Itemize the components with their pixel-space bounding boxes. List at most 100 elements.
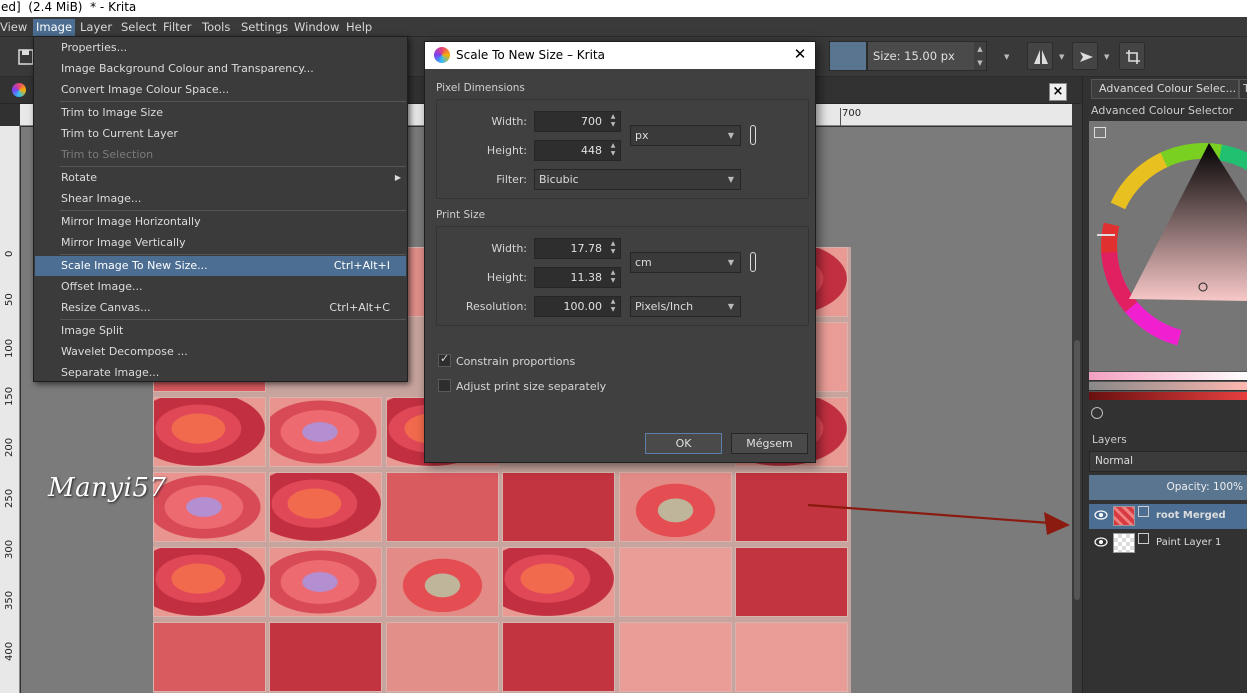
save-icon bbox=[18, 49, 34, 65]
menu-item-scale-image[interactable]: Scale Image To New Size... Ctrl+Alt+I bbox=[35, 256, 406, 276]
close-document-button[interactable]: × bbox=[1049, 83, 1067, 101]
hue-slider[interactable] bbox=[1089, 371, 1247, 380]
wrap-dropdown-icon[interactable]: ▼ bbox=[1104, 53, 1109, 61]
menu-image[interactable]: Image bbox=[33, 19, 76, 36]
visibility-eye-icon[interactable] bbox=[1094, 537, 1108, 547]
constrain-proportions-label: Constrain proportions bbox=[456, 355, 576, 368]
saturation-slider[interactable] bbox=[1089, 381, 1247, 390]
menu-filter[interactable]: Filter bbox=[160, 19, 194, 36]
menu-item-rotate-label: Rotate bbox=[61, 171, 98, 184]
link-chain-icon[interactable] bbox=[750, 252, 756, 272]
constrain-proportions-checkbox[interactable] bbox=[438, 352, 451, 367]
menu-item-convert-colour-space[interactable]: Convert Image Colour Space... bbox=[35, 80, 406, 100]
menu-item-mirror-horizontally[interactable]: Mirror Image Horizontally bbox=[35, 212, 406, 232]
print-height-input[interactable]: 11.38 ▲ ▼ bbox=[534, 267, 621, 288]
mosaic-tile bbox=[153, 472, 266, 542]
menu-window[interactable]: Window bbox=[291, 19, 342, 36]
brush-size-spinner[interactable]: ▲ ▼ bbox=[974, 42, 986, 70]
cancel-button[interactable]: Mégsem bbox=[731, 433, 808, 454]
tab-other-docker[interactable]: T bbox=[1239, 79, 1247, 99]
value-slider[interactable] bbox=[1089, 391, 1247, 400]
refresh-icon[interactable] bbox=[1091, 407, 1103, 419]
chevron-down-icon: ▼ bbox=[727, 258, 734, 267]
spin-arrows-icon[interactable]: ▲ ▼ bbox=[608, 269, 618, 286]
visibility-eye-icon[interactable] bbox=[1094, 510, 1108, 520]
layer-row-root-merged[interactable]: root Merged bbox=[1089, 504, 1247, 529]
brush-size-field[interactable]: Size: 15.00 px ▲ ▼ bbox=[867, 41, 987, 71]
mosaic-tile bbox=[153, 547, 266, 617]
layer-properties-icon[interactable] bbox=[1138, 533, 1149, 544]
layer-opacity-slider[interactable]: Opacity: 100% bbox=[1089, 475, 1247, 500]
menu-view[interactable]: View bbox=[0, 19, 30, 36]
menu-layer[interactable]: Layer bbox=[77, 19, 115, 36]
pixel-width-label: Width: bbox=[491, 115, 527, 128]
menu-item-properties[interactable]: Properties... bbox=[35, 38, 406, 58]
menu-item-trim-current-layer[interactable]: Trim to Current Layer bbox=[35, 124, 406, 144]
colour-wheel[interactable] bbox=[1089, 121, 1247, 371]
menu-select[interactable]: Select bbox=[118, 19, 159, 36]
layer-thumbnail bbox=[1113, 506, 1135, 526]
mosaic-tile bbox=[153, 622, 266, 692]
mosaic-tile bbox=[502, 622, 615, 692]
menu-settings[interactable]: Settings bbox=[238, 19, 291, 36]
mosaic-tile bbox=[386, 622, 499, 692]
menu-item-resize-canvas[interactable]: Resize Canvas... Ctrl+Alt+C bbox=[35, 298, 406, 318]
blend-mode-select[interactable]: Normal bbox=[1089, 451, 1247, 472]
pixel-height-input[interactable]: 448 ▲ ▼ bbox=[534, 140, 621, 161]
colour-selector-widget[interactable] bbox=[1089, 121, 1247, 371]
scrollbar-thumb[interactable] bbox=[1074, 340, 1080, 600]
print-width-input[interactable]: 17.78 ▲ ▼ bbox=[534, 238, 621, 259]
menu-item-separate-image[interactable]: Separate Image... bbox=[35, 363, 406, 383]
spin-arrows-icon[interactable]: ▲ ▼ bbox=[608, 142, 618, 159]
print-size-label: Print Size bbox=[436, 209, 486, 221]
resolution-value: 100.00 bbox=[563, 300, 603, 313]
resolution-unit-select[interactable]: Pixels/Inch ▼ bbox=[630, 296, 741, 317]
adjust-print-size-checkbox[interactable] bbox=[438, 379, 451, 392]
canvas-vertical-scrollbar[interactable] bbox=[1072, 104, 1082, 693]
size-dropdown-icon[interactable]: ▼ bbox=[1004, 53, 1009, 61]
dialog-close-button[interactable]: ✕ bbox=[791, 45, 809, 65]
ruler-tick-label: 300 bbox=[4, 539, 15, 559]
menu-help[interactable]: Help bbox=[343, 19, 375, 36]
menu-separator bbox=[60, 319, 406, 320]
menu-item-trim-image-size[interactable]: Trim to Image Size bbox=[35, 103, 406, 123]
pixel-width-input[interactable]: 700 ▲ ▼ bbox=[534, 111, 621, 132]
scale-dialog: Scale To New Size – Krita ✕ Pixel Dimens… bbox=[424, 41, 816, 463]
resolution-input[interactable]: 100.00 ▲ ▼ bbox=[534, 296, 621, 317]
layer-row-paint-layer-1[interactable]: Paint Layer 1 bbox=[1089, 531, 1247, 556]
dialog-title-bar[interactable]: Scale To New Size – Krita ✕ bbox=[425, 42, 815, 69]
image-menu-dropdown: Properties... Image Background Colour an… bbox=[33, 36, 408, 382]
brush-preset-swatch[interactable] bbox=[829, 41, 867, 71]
menu-item-mirror-vertically[interactable]: Mirror Image Vertically bbox=[35, 233, 406, 253]
pixel-unit-select[interactable]: px ▼ bbox=[630, 125, 741, 146]
menu-item-offset-image[interactable]: Offset Image... bbox=[35, 277, 406, 297]
mosaic-tile bbox=[269, 547, 382, 617]
menu-shortcut: Ctrl+Alt+C bbox=[329, 301, 390, 314]
menu-item-shear[interactable]: Shear Image... bbox=[35, 189, 406, 209]
mirror-horizontal-button[interactable] bbox=[1027, 42, 1053, 70]
menu-item-scale-label: Scale Image To New Size... bbox=[61, 259, 208, 272]
layer-properties-icon[interactable] bbox=[1138, 506, 1149, 517]
layer-name: root Merged bbox=[1156, 510, 1226, 521]
spin-arrows-icon[interactable]: ▲ ▼ bbox=[608, 240, 618, 257]
spin-arrows-icon[interactable]: ▲ ▼ bbox=[608, 113, 618, 130]
spin-arrows-icon[interactable]: ▲ ▼ bbox=[608, 298, 618, 315]
tab-advanced-colour-selector[interactable]: Advanced Colour Selec... bbox=[1091, 79, 1239, 99]
filter-select[interactable]: Bicubic ▼ bbox=[534, 169, 741, 190]
crop-button[interactable] bbox=[1119, 42, 1145, 70]
menu-item-rotate[interactable]: Rotate ▶ bbox=[35, 168, 406, 188]
menu-item-image-split[interactable]: Image Split bbox=[35, 321, 406, 341]
mirror-dropdown-icon[interactable]: ▼ bbox=[1059, 53, 1064, 61]
menu-item-wavelet-decompose[interactable]: Wavelet Decompose ... bbox=[35, 342, 406, 362]
link-chain-icon[interactable] bbox=[750, 125, 756, 145]
pixel-height-value: 448 bbox=[581, 144, 602, 157]
ruler-tick-label: 0 bbox=[4, 250, 15, 257]
mirror-vertical-button[interactable] bbox=[1072, 42, 1098, 70]
ok-button[interactable]: OK bbox=[645, 433, 722, 454]
menu-tools[interactable]: Tools bbox=[199, 19, 233, 36]
print-unit-select[interactable]: cm ▼ bbox=[630, 252, 741, 273]
adjust-print-size-label: Adjust print size separately bbox=[456, 380, 607, 393]
menu-item-background-colour[interactable]: Image Background Colour and Transparency… bbox=[35, 59, 406, 79]
print-height-value: 11.38 bbox=[570, 271, 603, 284]
filter-label: Filter: bbox=[496, 173, 527, 186]
